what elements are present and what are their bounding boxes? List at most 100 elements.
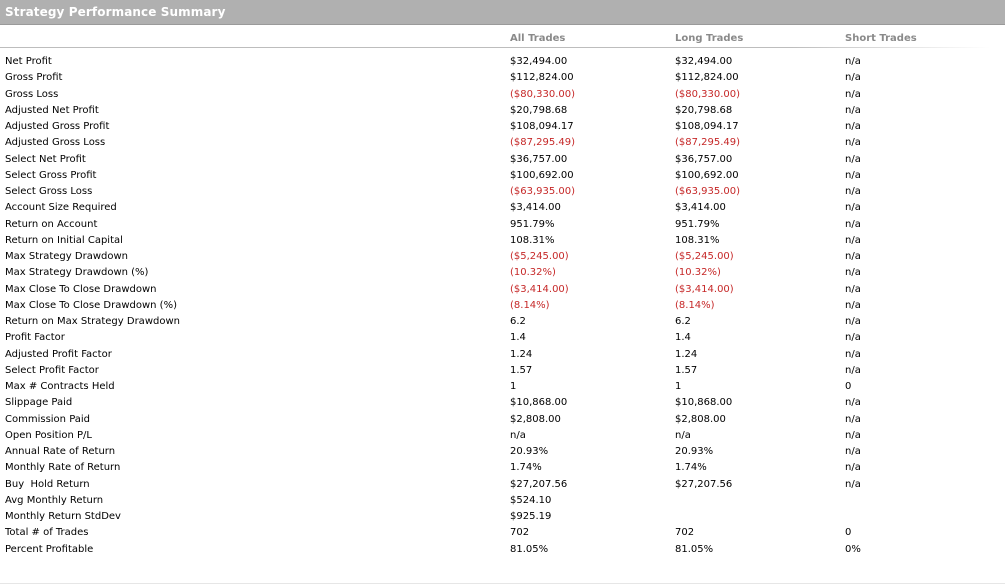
metric-label: Annual Rate of Return — [5, 446, 116, 457]
table-row: Max # Contracts Held 1 1 0 — [0, 379, 1005, 395]
table-row: Profit Factor 1.4 1.4 n/a — [0, 330, 1005, 346]
long-trades-value: $20,798.68 — [675, 104, 733, 116]
long-trades-value: 1.74% — [675, 462, 707, 474]
metric-label: Return on Max Strategy Drawdown — [5, 316, 180, 327]
table-row: Max Strategy Drawdown ($5,245.00) ($5,245.… — [0, 249, 1005, 265]
metric-label: Adjusted Gross Profit — [5, 121, 110, 132]
short-trades-value: n/a — [845, 348, 861, 360]
metric-label: Avg Monthly Return — [5, 494, 104, 506]
header-divider — [0, 47, 990, 48]
long-trades-value: 702 — [675, 527, 695, 539]
column-header-long-trades: Long Trades — [675, 33, 744, 44]
metric-label: Select Gross Loss — [5, 186, 93, 197]
all-trades-value: 1 — [510, 381, 517, 392]
all-trades-value: n/a — [510, 429, 526, 441]
short-trades-value: n/a — [845, 169, 861, 181]
short-trades-value: n/a — [845, 283, 861, 295]
all-trades-value: 81.05% — [510, 543, 549, 555]
all-trades-value: 1.4 — [510, 332, 526, 344]
all-trades-value: $925.19 — [510, 511, 552, 522]
column-header-short-trades: Short Trades — [845, 33, 917, 44]
table-row: Return on Account 951.79% 951.79% n/a — [0, 217, 1005, 233]
table-row: Gross Profit $112,824.00 $112,824.00 n/a — [0, 70, 1005, 86]
metric-label: Profit Factor — [5, 332, 65, 344]
table-row: Max Close To Close Drawdown ($3,414.00) ($… — [0, 282, 1005, 298]
table-row: Slippage Paid $10,868.00 $10,868.00 n/a — [0, 395, 1005, 411]
short-trades-value: n/a — [845, 267, 861, 279]
all-trades-value: ($5,245.00) — [510, 251, 569, 262]
short-trades-value: n/a — [845, 88, 861, 100]
short-trades-value: n/a — [845, 218, 861, 230]
metric-label: Total # of Trades — [5, 527, 89, 539]
metric-label: Slippage Paid — [5, 397, 73, 409]
all-trades-value: 951.79% — [510, 218, 555, 230]
metrics-table: Net Profit $32,494.00 $32,494.00 n/a Gross P… — [0, 54, 1005, 558]
metric-label: Select Profit Factor — [5, 364, 99, 376]
metric-label: Gross Profit — [5, 72, 63, 84]
metric-label: Select Net Profit — [5, 153, 86, 165]
table-row: Max Close To Close Drawdown (%) (8.14%) (8… — [0, 298, 1005, 314]
short-trades-value: n/a — [845, 137, 861, 149]
short-trades-value: n/a — [845, 316, 861, 327]
long-trades-value: 6.2 — [675, 316, 691, 327]
short-trades-value: 0 — [845, 381, 852, 392]
metric-label: Open Position P/L — [5, 429, 92, 441]
short-trades-value: n/a — [845, 299, 861, 311]
all-trades-value: 108.31% — [510, 234, 555, 246]
long-trades-value: $3,414.00 — [675, 202, 726, 214]
metric-label: Monthly Rate of Return — [5, 462, 121, 474]
table-row: Percent Profitable 81.05% 81.05% 0% — [0, 542, 1005, 558]
all-trades-value: ($3,414.00) — [510, 283, 569, 295]
table-row: Select Profit Factor 1.57 1.57 n/a — [0, 363, 1005, 379]
long-trades-value: 1.24 — [675, 348, 698, 360]
short-trades-value: n/a — [845, 478, 861, 490]
all-trades-value: $32,494.00 — [510, 56, 568, 67]
short-trades-value: n/a — [845, 397, 861, 409]
long-trades-value: ($80,330.00) — [675, 88, 741, 100]
metric-label: Adjusted Gross Loss — [5, 137, 106, 149]
table-row: Gross Loss ($80,330.00) ($80,330.00) n/a — [0, 87, 1005, 103]
table-row: Annual Rate of Return 20.93% 20.93% n/a — [0, 444, 1005, 460]
metric-label: Net Profit — [5, 56, 52, 67]
all-trades-value: $112,824.00 — [510, 72, 574, 84]
metric-label: Monthly Return StdDev — [5, 511, 121, 522]
table-row: Return on Initial Capital 108.31% 108.31% n… — [0, 233, 1005, 249]
title-bar: Strategy Performance Summary — [0, 0, 1005, 25]
long-trades-value: $32,494.00 — [675, 56, 733, 67]
all-trades-value: $2,808.00 — [510, 413, 561, 425]
window-title: Strategy Performance Summary — [5, 5, 226, 19]
short-trades-value: n/a — [845, 251, 861, 262]
all-trades-value: 1.74% — [510, 462, 542, 474]
all-trades-value: (10.32%) — [510, 267, 556, 279]
long-trades-value: 951.79% — [675, 218, 720, 230]
table-row: Net Profit $32,494.00 $32,494.00 n/a — [0, 54, 1005, 70]
table-row: Select Gross Profit $100,692.00 $100,692.0… — [0, 168, 1005, 184]
long-trades-value: $10,868.00 — [675, 397, 733, 409]
short-trades-value: n/a — [845, 121, 861, 132]
all-trades-value: 20.93% — [510, 446, 549, 457]
short-trades-value: n/a — [845, 56, 861, 67]
long-trades-value: $108,094.17 — [675, 121, 739, 132]
long-trades-value: (10.32%) — [675, 267, 721, 279]
all-trades-value: 702 — [510, 527, 530, 539]
all-trades-value: $100,692.00 — [510, 169, 574, 181]
table-row: Select Gross Loss ($63,935.00) ($63,935.00… — [0, 184, 1005, 200]
long-trades-value: 1.4 — [675, 332, 691, 344]
metric-label: Percent Profitable — [5, 543, 94, 555]
all-trades-value: $10,868.00 — [510, 397, 568, 409]
metric-label: Adjusted Profit Factor — [5, 348, 112, 360]
table-row: Max Strategy Drawdown (%) (10.32%) (10.32%… — [0, 265, 1005, 281]
short-trades-value: n/a — [845, 186, 861, 197]
bottom-divider — [0, 583, 1005, 584]
all-trades-value: 1.57 — [510, 364, 533, 376]
long-trades-value: ($5,245.00) — [675, 251, 734, 262]
short-trades-value: n/a — [845, 72, 861, 84]
metric-label: Max Close To Close Drawdown (%) — [5, 299, 177, 311]
long-trades-value: ($63,935.00) — [675, 186, 741, 197]
all-trades-value: (8.14%) — [510, 299, 550, 311]
table-row: Return on Max Strategy Drawdown 6.2 6.2 n/a — [0, 314, 1005, 330]
all-trades-value: $524.10 — [510, 494, 552, 506]
long-trades-value: $36,757.00 — [675, 153, 733, 165]
all-trades-value: $108,094.17 — [510, 121, 574, 132]
all-trades-value: $36,757.00 — [510, 153, 568, 165]
